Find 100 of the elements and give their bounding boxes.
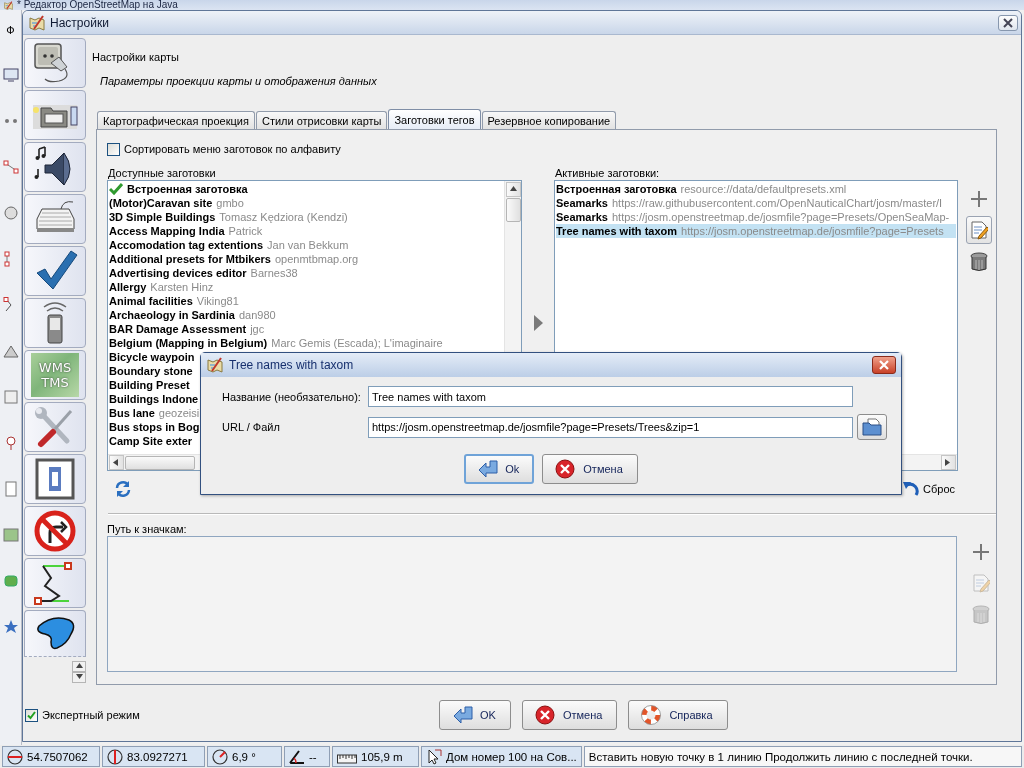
preset-list-item[interactable]: BAR Damage Assessment jgc [109,322,266,336]
window-title: Настройки [50,15,110,30]
checkbox[interactable] [107,143,120,156]
triangle-icon[interactable] [2,343,19,359]
list-label: Доступные заготовки [107,167,216,180]
active-preset-item[interactable]: Seamarks https://josm.openstreetmap.de/josmfile?page=Presets/OpenSeaMap- [556,210,956,224]
angle-icon [289,748,305,765]
reset-button[interactable]: Сброс [901,480,955,498]
preset-list-item[interactable]: Bus stops in Bog [109,420,201,434]
menu-item[interactable]: Ф [6,24,15,37]
refresh-button[interactable] [113,479,133,499]
preset-list-item[interactable]: Camp Site exter [109,434,194,448]
preset-list-item[interactable]: Additional presets for Mtbikers openmtbmap.org [109,252,360,266]
status-text: 6,9 ° [232,750,256,763]
status-text: Вставить новую точку в 1 линию Продолжить линию с последней точки. [588,750,973,763]
right-triangle-icon [533,314,543,331]
tick-icon [27,710,36,720]
cancel-icon [555,459,578,479]
plus-icon [972,542,990,562]
scroll-up-button[interactable] [72,661,86,672]
status-text: 83.0927271 [127,750,188,763]
monitor-icon[interactable] [2,67,19,83]
ok-button[interactable]: Ok [464,454,535,484]
text-field[interactable]: Tree names with taxom [368,386,853,407]
return-arrow-icon [452,705,474,725]
rounded-square-icon[interactable] [2,573,19,589]
checkbox[interactable] [25,708,38,722]
ok-button[interactable]: OK [439,700,511,730]
scroll-up-button[interactable] [505,182,521,197]
sidebar-tab[interactable] [24,610,86,657]
preset-list-item[interactable]: Advertising devices editor Barnes38 [109,266,299,280]
preset-list-item[interactable]: Bicycle waypoin [109,350,196,364]
preset-list-item[interactable]: Accomodation tag extentions Jan van Bekkum [109,238,350,252]
sidebar-tab[interactable] [24,454,86,504]
trash-icon [970,251,988,271]
preset-list-item[interactable]: Allergy Karsten Hinz [109,280,215,294]
return-arrow-icon [477,459,500,479]
preset-list-item[interactable]: Building Preset [109,378,191,392]
scroll-left-button[interactable] [109,455,124,470]
preset-list-item[interactable]: Boundary stone [109,364,194,378]
scrollbar-thumb[interactable] [125,455,195,470]
close-button[interactable] [872,356,896,374]
star-icon[interactable] [2,619,19,635]
help-button[interactable]: Справка [628,700,728,730]
sidebar-tab[interactable] [24,506,86,556]
map-tile-icon: WMS TMS [31,353,79,397]
preset-list-item[interactable]: Animal facilities Viking81 [109,294,240,308]
app-icon [4,0,13,10]
checkbox-label: Экспертный режим [42,708,140,722]
status-text: Дом номер 100 на Сов... [446,750,577,763]
app-icon [29,14,45,31]
edit-document-icon [972,573,990,593]
list-label: Активные заготовки: [554,167,660,180]
page-subtitle: Параметры проекции карты и отображения данных [100,74,377,88]
preset-list-item[interactable]: 3D Simple Buildings Tomasz Kędziora (Kendzi) [109,210,349,224]
cancel-button[interactable]: Отмена [542,454,638,484]
scrollbar-thumb[interactable] [505,198,521,222]
tab[interactable]: Заготовки тегов [388,109,481,129]
background-window-title: * Редактор OpenStreetMap на Java [17,0,178,10]
tab[interactable]: Картографическая проекция [97,111,255,129]
left-arrow-icon [112,458,121,467]
preset-list-item[interactable]: Bus lane geozeisi [109,406,201,420]
edit-button[interactable] [966,216,992,244]
browse-button[interactable] [857,414,887,440]
cancel-button[interactable]: Отмена [521,700,618,730]
sidebar-tab[interactable] [24,246,86,296]
right-arrow-icon [944,458,953,467]
up-arrow-icon [508,185,518,194]
checkbox-label: Сортировать меню заготовок по алфавиту [124,143,341,156]
preset-list-item[interactable]: Встроенная заготовка [109,182,249,196]
tab[interactable]: Стили отрисовки карты [255,111,388,129]
text-field[interactable]: https://josm.openstreetmap.de/josmfile?page=Presets/Trees&zip=1 [368,416,853,438]
preset-list-item[interactable]: Access Mapping India Patrick [109,224,264,238]
preset-list-item[interactable]: (Motor)Caravan site gmbo [109,196,245,210]
cursor-icon [426,748,442,765]
tab[interactable]: Резервное копирование [481,111,617,129]
active-preset-item[interactable]: Seamarks https://raw.githubusercontent.com/OpenNauticalChart/josm/master/I [556,196,956,210]
scroll-down-button[interactable] [72,672,86,683]
latitude-icon [7,748,23,765]
close-button[interactable] [998,14,1018,31]
scroll-right-button[interactable] [941,455,956,470]
circle-icon[interactable] [2,205,19,221]
longitude-icon [107,748,123,765]
active-preset-item[interactable]: Встроенная заготовка resource://data/defaultpresets.xml [556,182,956,196]
status-text: 54.7507062 [27,750,88,763]
status-text: -- [309,750,317,763]
add-preset-button[interactable] [533,314,543,331]
preset-list-item[interactable]: Archaeology in Sardinia dan980 [109,308,277,322]
close-icon [1003,17,1013,28]
preset-list-item[interactable]: Buildings Indone [109,392,200,406]
node-line-icon[interactable] [2,159,19,175]
sidebar-tab[interactable] [24,142,86,192]
sidebar-tab[interactable] [24,558,86,608]
up-arrow-icon [74,662,84,671]
app-icon [207,357,223,373]
rectangle-icon[interactable] [2,527,19,543]
preset-list-item[interactable]: Belgium (Mapping in Belgium) Marc Gemis (Escada); L'imaginaire [109,336,444,350]
active-preset-item[interactable]: Tree names with taxom https://josm.openstreetmap.de/josmfile?page=Presets [556,224,956,238]
folder-icon [862,418,882,436]
undo-arrow-icon [901,480,919,498]
